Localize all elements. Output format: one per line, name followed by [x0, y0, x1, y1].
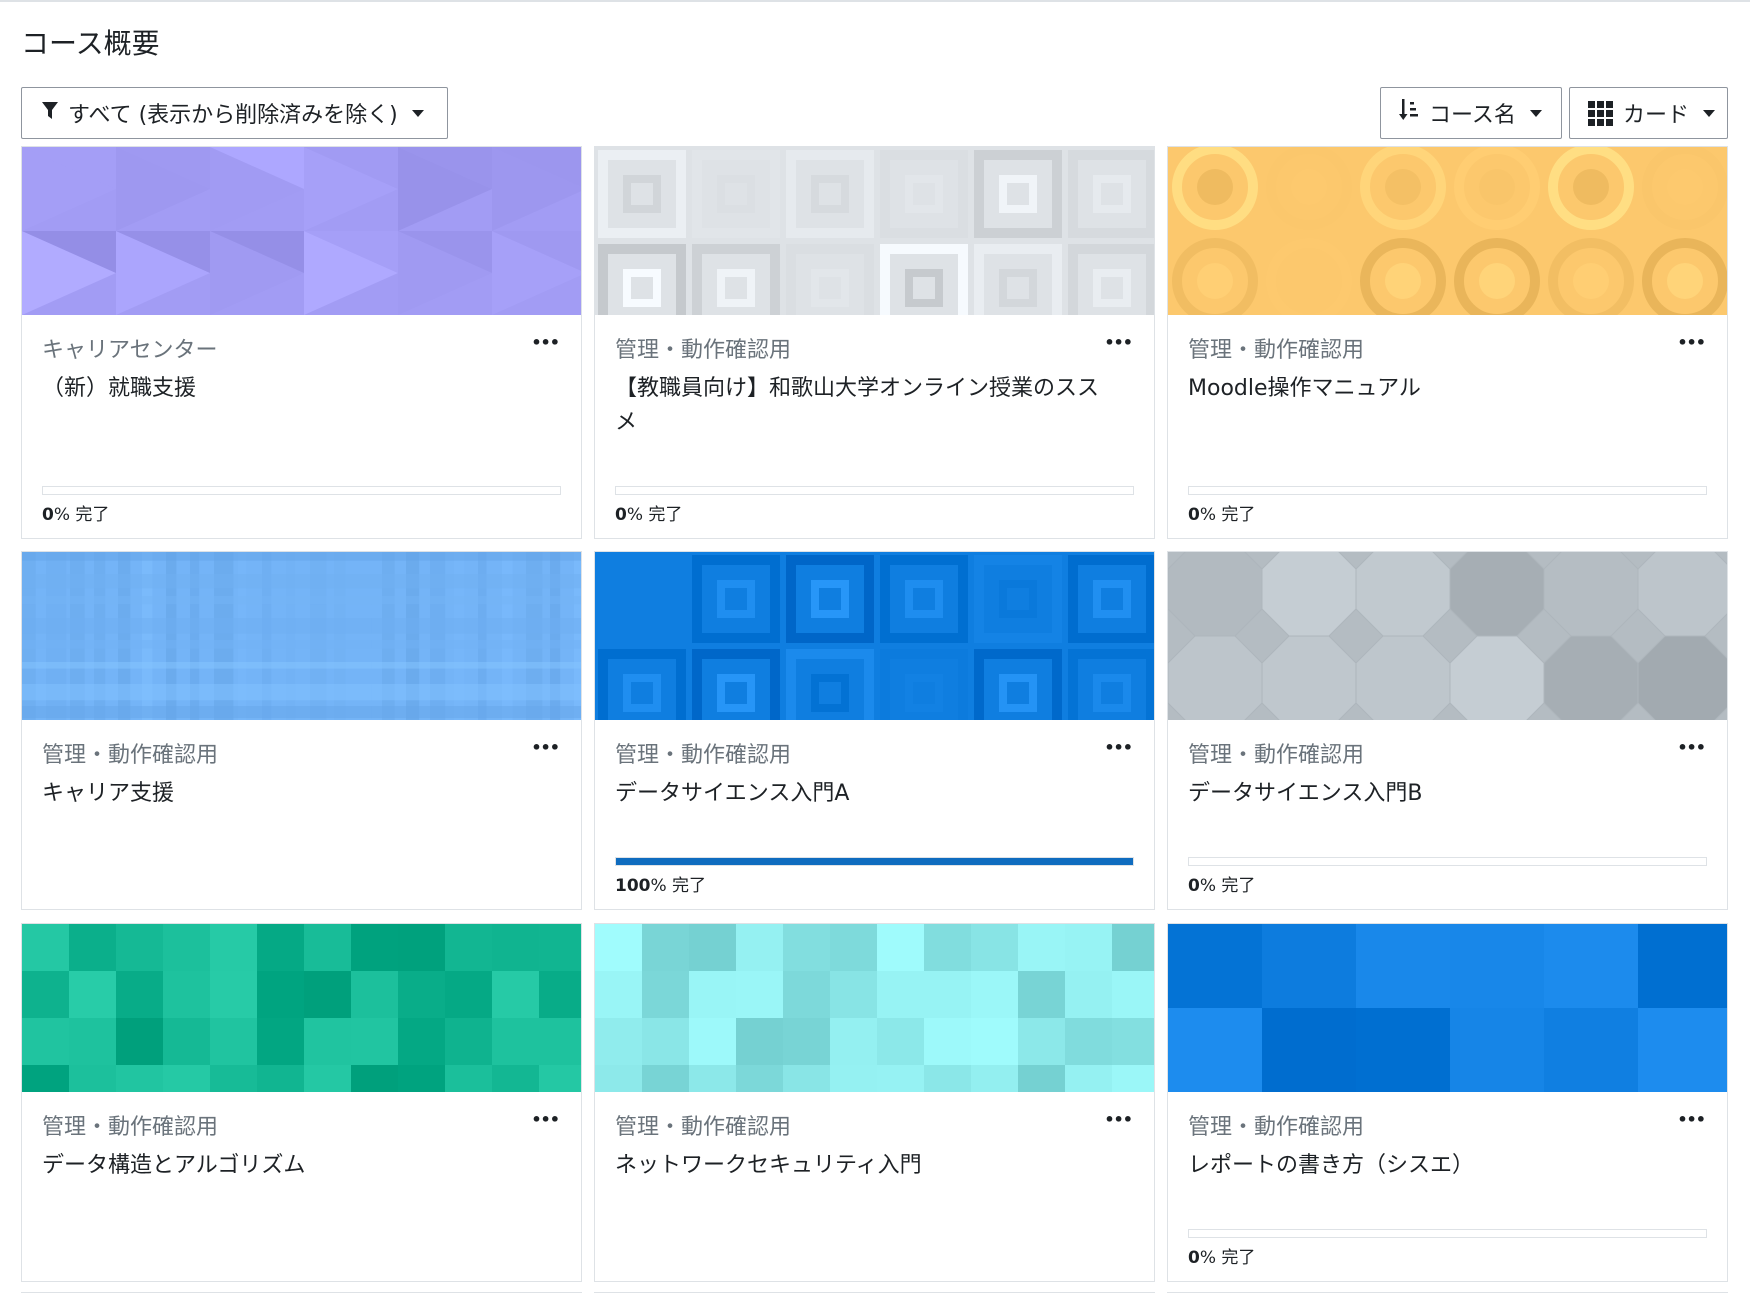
sort-dropdown-button[interactable]: コース名	[1380, 87, 1562, 139]
course-image[interactable]	[595, 924, 1154, 1092]
progress-bar	[1188, 857, 1707, 866]
more-options-icon[interactable]: •••	[1104, 1110, 1133, 1129]
page-title: コース概要	[21, 27, 160, 60]
course-image[interactable]	[1168, 924, 1727, 1092]
progress-suffix: % 完了	[1199, 1248, 1256, 1268]
course-image[interactable]	[595, 147, 1154, 315]
course-name-link[interactable]: キャリア支援	[42, 777, 531, 811]
next-row-card-edge	[1167, 1292, 1728, 1297]
progress-suffix: % 完了	[626, 505, 683, 525]
progress-value: 0	[42, 505, 54, 525]
course-card[interactable]: 管理・動作確認用 ••• データサイエンス入門B 0% 完了	[1167, 551, 1728, 910]
progress-suffix: % 完了	[1199, 876, 1256, 896]
more-options-icon[interactable]: •••	[1677, 1110, 1706, 1129]
more-options-icon[interactable]: •••	[1677, 738, 1706, 757]
course-category: 管理・動作確認用	[1188, 743, 1365, 768]
course-name-link[interactable]: データサイエンス入門A	[615, 777, 1104, 811]
progress-text: 0% 完了	[42, 500, 109, 525]
sort-icon	[1399, 99, 1419, 127]
view-dropdown-button[interactable]: カード	[1569, 87, 1728, 139]
next-row-card-edge	[21, 1292, 582, 1297]
course-image[interactable]	[22, 552, 581, 720]
progress-text: 0% 完了	[615, 500, 682, 525]
progress-suffix: % 完了	[1199, 505, 1256, 525]
chevron-down-icon	[1703, 109, 1716, 117]
filter-label: すべて (表示から削除済みを除く)	[68, 103, 398, 128]
progress-bar	[1188, 486, 1707, 495]
progress-value: 0	[1188, 505, 1200, 525]
progress-text: 0% 完了	[1188, 1243, 1255, 1268]
course-name-link[interactable]: 【教職員向け】和歌山大学オンライン授業のススメ	[615, 372, 1104, 440]
course-name-link[interactable]: データ構造とアルゴリズム	[42, 1149, 531, 1183]
grid-icon	[1588, 100, 1613, 126]
course-card[interactable]: 管理・動作確認用 ••• Moodle操作マニュアル 0% 完了	[1167, 146, 1728, 539]
more-options-icon[interactable]: •••	[531, 738, 560, 757]
course-image[interactable]	[1168, 147, 1727, 315]
course-name-link[interactable]: データサイエンス入門B	[1188, 777, 1677, 811]
course-category: 管理・動作確認用	[615, 338, 792, 363]
progress-value: 0	[1188, 1248, 1200, 1268]
course-category: 管理・動作確認用	[42, 743, 219, 768]
course-image[interactable]	[595, 552, 1154, 720]
more-options-icon[interactable]: •••	[1677, 333, 1706, 352]
course-name-link[interactable]: レポートの書き方（シスエ）	[1188, 1149, 1677, 1183]
progress-bar	[615, 857, 1134, 866]
course-category: 管理・動作確認用	[1188, 338, 1365, 363]
more-options-icon[interactable]: •••	[1104, 738, 1133, 757]
course-card[interactable]: 管理・動作確認用 ••• ネットワークセキュリティ入門	[594, 923, 1155, 1282]
more-options-icon[interactable]: •••	[531, 333, 560, 352]
next-row-card-edge	[594, 1292, 1155, 1297]
progress-bar	[42, 486, 561, 495]
course-image[interactable]	[22, 924, 581, 1092]
filter-icon	[42, 101, 58, 126]
progress-suffix: % 完了	[53, 505, 110, 525]
progress-text: 0% 完了	[1188, 500, 1255, 525]
chevron-down-icon	[1529, 109, 1542, 117]
course-image[interactable]	[1168, 552, 1727, 720]
progress-text: 0% 完了	[1188, 871, 1255, 896]
sort-label: コース名	[1429, 103, 1516, 128]
progress-bar	[615, 486, 1134, 495]
course-name-link[interactable]: （新）就職支援	[42, 372, 531, 406]
more-options-icon[interactable]: •••	[531, 1110, 560, 1129]
top-divider	[0, 0, 1750, 2]
course-image[interactable]	[22, 147, 581, 315]
course-card[interactable]: 管理・動作確認用 ••• キャリア支援	[21, 551, 582, 910]
course-category: キャリアセンター	[42, 338, 218, 363]
progress-value: 100	[615, 876, 651, 896]
course-category: 管理・動作確認用	[615, 1115, 792, 1140]
course-card[interactable]: キャリアセンター ••• （新）就職支援 0% 完了	[21, 146, 582, 539]
course-card[interactable]: 管理・動作確認用 ••• レポートの書き方（シスエ） 0% 完了	[1167, 923, 1728, 1282]
progress-suffix: % 完了	[650, 876, 707, 896]
chevron-down-icon	[411, 109, 424, 117]
view-label: カード	[1623, 103, 1690, 128]
filter-dropdown-button[interactable]: すべて (表示から削除済みを除く)	[21, 87, 448, 139]
course-name-link[interactable]: Moodle操作マニュアル	[1188, 372, 1677, 406]
course-category: 管理・動作確認用	[615, 743, 792, 768]
course-card[interactable]: 管理・動作確認用 ••• データサイエンス入門A 100% 完了	[594, 551, 1155, 910]
course-card[interactable]: 管理・動作確認用 ••• 【教職員向け】和歌山大学オンライン授業のススメ 0% 完了	[594, 146, 1155, 539]
progress-value: 0	[1188, 876, 1200, 896]
course-name-link[interactable]: ネットワークセキュリティ入門	[615, 1149, 1104, 1183]
progress-bar-fill	[616, 858, 1133, 865]
progress-value: 0	[615, 505, 627, 525]
progress-text: 100% 完了	[615, 871, 706, 896]
course-category: 管理・動作確認用	[1188, 1115, 1365, 1140]
more-options-icon[interactable]: •••	[1104, 333, 1133, 352]
progress-bar	[1188, 1229, 1707, 1238]
course-category: 管理・動作確認用	[42, 1115, 219, 1140]
course-card[interactable]: 管理・動作確認用 ••• データ構造とアルゴリズム	[21, 923, 582, 1282]
